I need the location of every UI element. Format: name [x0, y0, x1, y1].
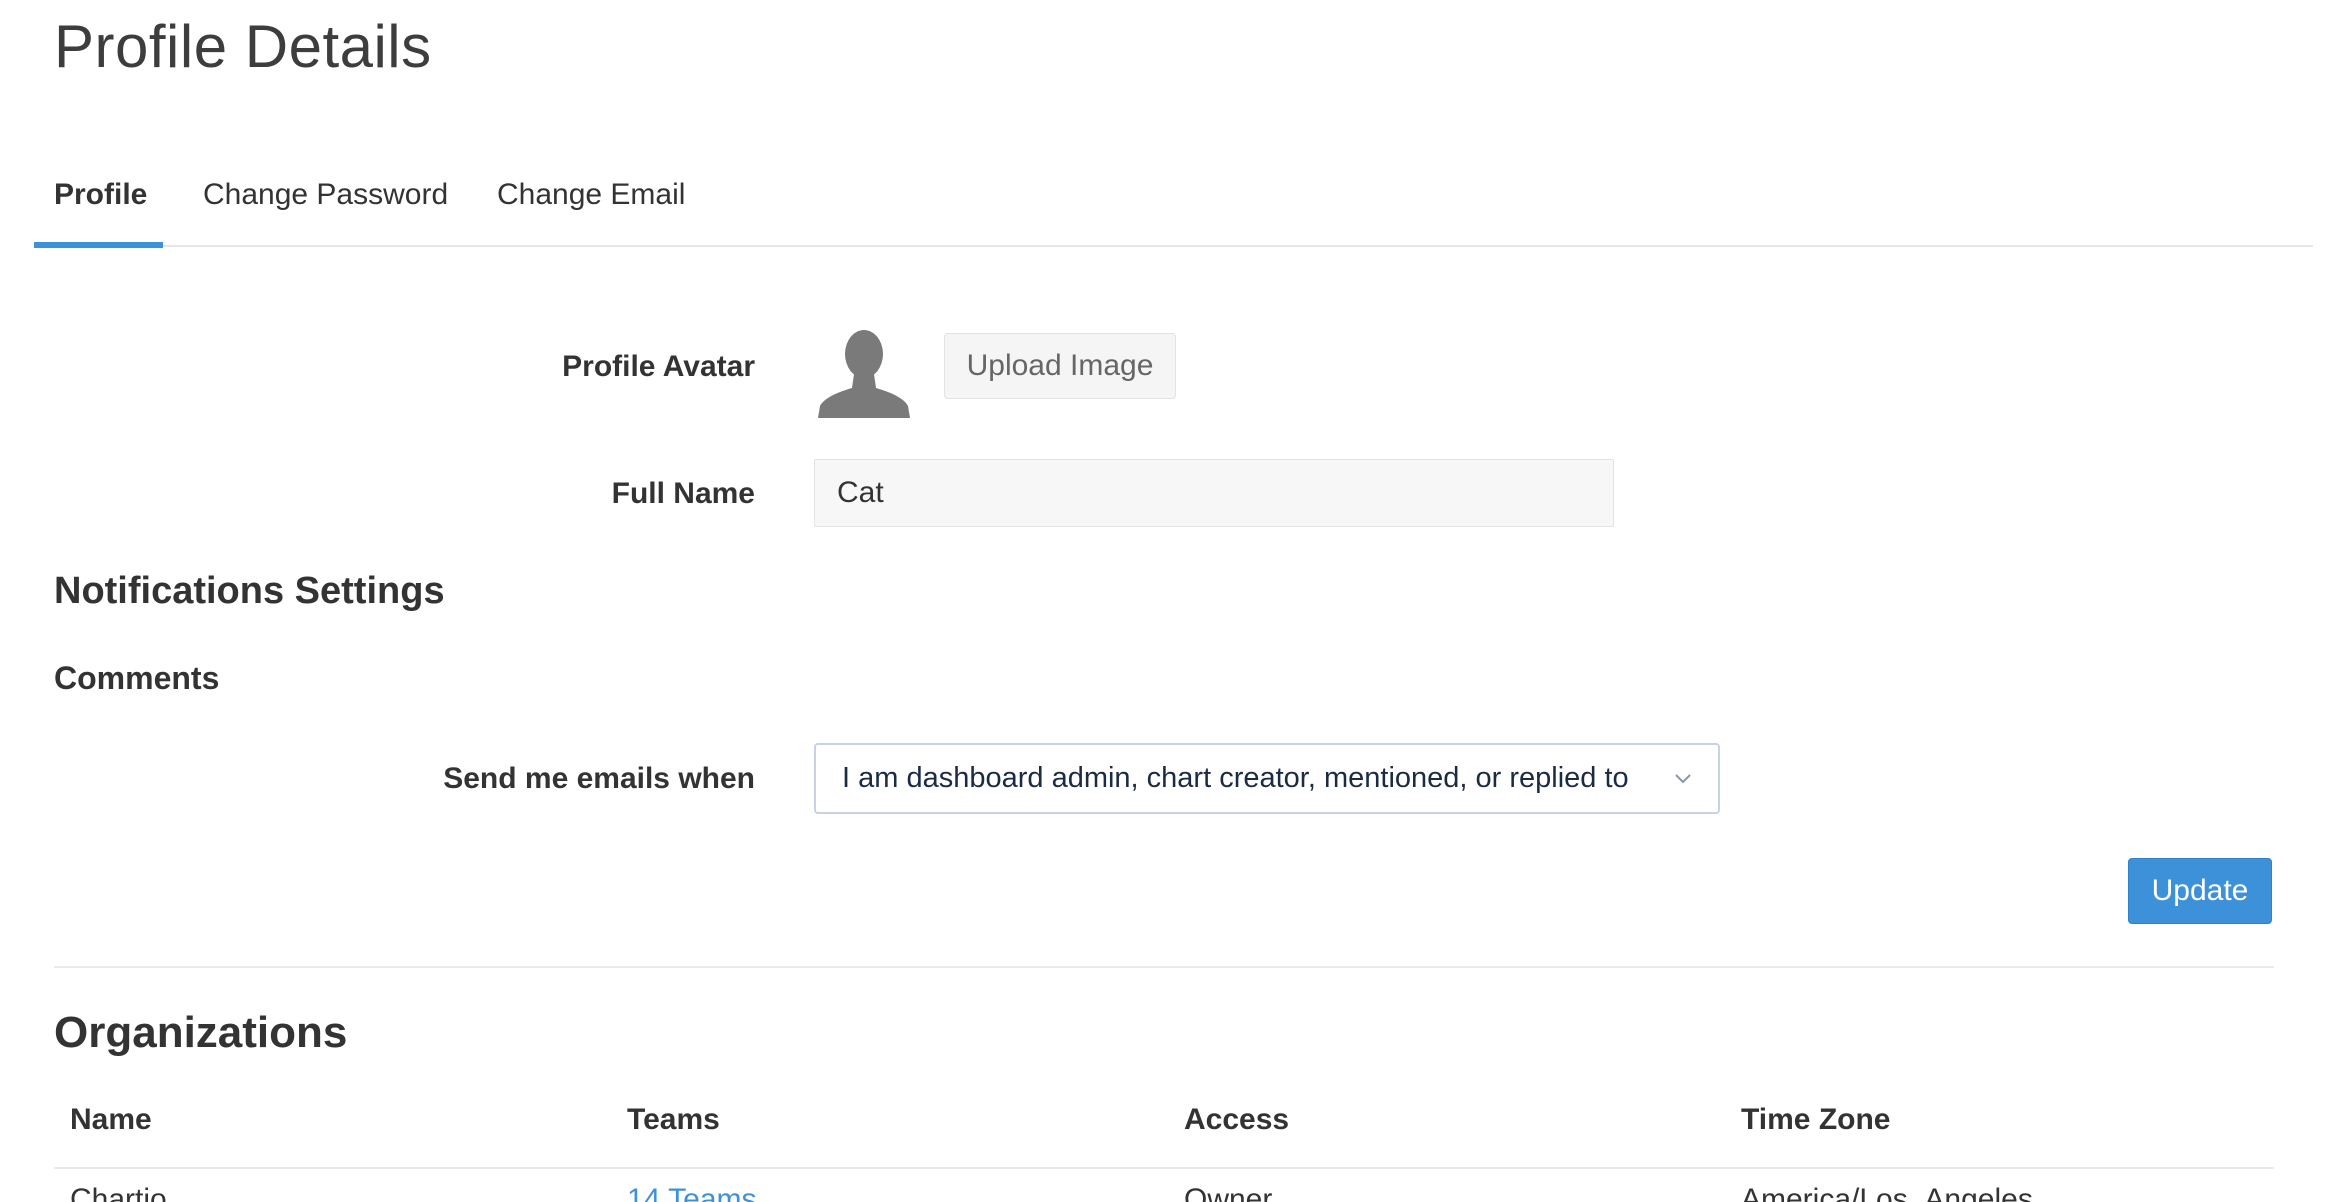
chevron-down-icon	[1674, 771, 1692, 785]
tab-profile[interactable]: Profile	[54, 178, 147, 242]
notifications-settings-heading: Notifications Settings	[54, 570, 445, 612]
full-name-label: Full Name	[611, 477, 755, 510]
organizations-table-header: Name Teams Access Time Zone	[54, 1095, 2274, 1169]
org-access-cell: Owner	[1184, 1183, 1273, 1202]
page-title: Profile Details	[54, 13, 432, 80]
org-teams-link[interactable]: 14 Teams	[627, 1183, 757, 1202]
column-header-name: Name	[70, 1103, 152, 1136]
column-header-access: Access	[1184, 1103, 1290, 1136]
profile-avatar-label: Profile Avatar	[562, 350, 755, 383]
profile-details-page: Profile Details Profile Change Password …	[0, 0, 2342, 1202]
send-emails-label: Send me emails when	[443, 762, 755, 795]
column-header-teams: Teams	[627, 1103, 720, 1136]
user-silhouette-icon	[818, 326, 910, 418]
org-time-zone-cell: America/Los_Angeles	[1741, 1183, 2033, 1202]
table-row: Chartio 14 Teams Owner America/Los_Angel…	[54, 1169, 2274, 1202]
org-name-cell: Chartio	[70, 1183, 167, 1202]
full-name-input[interactable]	[814, 459, 1614, 527]
email-notification-select[interactable]: I am dashboard admin, chart creator, men…	[814, 743, 1720, 814]
comments-heading: Comments	[54, 660, 220, 696]
update-button[interactable]: Update	[2128, 858, 2272, 924]
organizations-heading: Organizations	[54, 1008, 348, 1057]
section-divider	[54, 966, 2274, 968]
tab-bar: Profile Change Password Change Email	[34, 160, 2313, 248]
tab-change-password[interactable]: Change Password	[203, 178, 448, 242]
upload-image-button[interactable]: Upload Image	[944, 333, 1176, 399]
email-notification-value: I am dashboard admin, chart creator, men…	[842, 762, 1629, 794]
active-tab-indicator	[34, 242, 163, 248]
column-header-time-zone: Time Zone	[1741, 1103, 1891, 1136]
tab-change-email[interactable]: Change Email	[497, 178, 685, 242]
